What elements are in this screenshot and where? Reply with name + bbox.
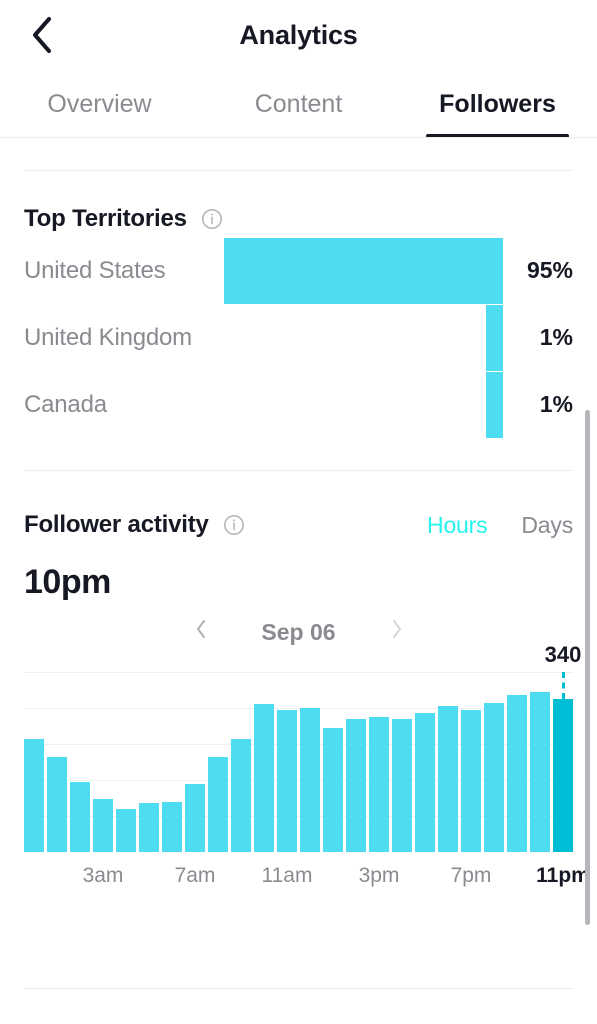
- x-axis-tick-label: 7am: [174, 864, 216, 887]
- territory-bar-track: [224, 371, 503, 438]
- territory-name: United States: [24, 256, 166, 284]
- follower-activity-header: Follower activity Hours Days: [0, 501, 597, 549]
- tab-content-label: Content: [254, 89, 343, 118]
- territory-row: United States 95%: [0, 237, 597, 304]
- tab-followers[interactable]: Followers: [398, 70, 597, 138]
- bar[interactable]: [507, 695, 527, 852]
- bar[interactable]: [415, 713, 435, 852]
- x-axis-tick-label: 3pm: [358, 864, 400, 887]
- tab-content[interactable]: Content: [199, 70, 398, 138]
- territory-name: Canada: [24, 390, 107, 418]
- territory-bar: [486, 304, 503, 371]
- info-circle-icon[interactable]: [223, 514, 245, 536]
- next-date-button[interactable]: [374, 618, 420, 646]
- app-header: Analytics: [0, 0, 597, 70]
- territories-list: United States 95% United Kingdom 1% Canada 1%: [0, 233, 597, 438]
- x-axis-tick-label: 11am: [261, 864, 313, 887]
- chevron-right-small-icon: [390, 620, 404, 645]
- x-axis-tick-label: 3am: [82, 864, 124, 887]
- bar[interactable]: [93, 798, 113, 852]
- bar[interactable]: [254, 704, 274, 852]
- bar[interactable]: [70, 781, 90, 852]
- territory-percent: 95%: [526, 257, 573, 283]
- territory-row: Canada 1%: [0, 371, 597, 438]
- territory-name: United Kingdom: [24, 323, 192, 351]
- peak-value-label: 340: [544, 642, 582, 667]
- top-territories-header: Top Territories: [0, 205, 597, 233]
- bar[interactable]: [47, 756, 67, 852]
- bar[interactable]: [231, 738, 251, 852]
- back-button[interactable]: [22, 15, 62, 55]
- territory-bar-track: [224, 237, 503, 304]
- bar[interactable]: [139, 803, 159, 852]
- follower-activity-chart: 340: [24, 642, 581, 852]
- divider-middle: [24, 470, 573, 471]
- bar[interactable]: [185, 783, 205, 852]
- follower-activity-title: Follower activity: [24, 511, 209, 538]
- analytics-tabs: Overview Content Followers: [0, 70, 597, 138]
- date-navigator: Sep 06: [0, 614, 597, 650]
- page-scrollbar[interactable]: [585, 410, 590, 925]
- bar[interactable]: [116, 808, 136, 852]
- tab-overview-label: Overview: [47, 89, 152, 118]
- bar[interactable]: [208, 756, 228, 852]
- bar[interactable]: [392, 718, 412, 852]
- territory-percent: 1%: [539, 391, 573, 417]
- chevron-left-small-icon: [194, 620, 208, 645]
- tab-followers-label: Followers: [439, 89, 556, 118]
- tab-overview[interactable]: Overview: [0, 70, 199, 138]
- bar[interactable]: [346, 718, 366, 852]
- page-title: Analytics: [239, 19, 358, 50]
- date-label: Sep 06: [261, 618, 336, 645]
- segment-days[interactable]: Days: [521, 512, 573, 539]
- territory-row: United Kingdom 1%: [0, 304, 597, 371]
- bar[interactable]: [438, 706, 458, 852]
- segment-hours[interactable]: Hours: [427, 512, 488, 539]
- x-axis-tick-label: 11pm: [536, 864, 590, 887]
- peak-hour-value: 10pm: [24, 563, 111, 601]
- bar[interactable]: [530, 691, 550, 852]
- chart-bars: [24, 672, 573, 852]
- bar[interactable]: [162, 801, 182, 852]
- territory-bar-track: [224, 304, 503, 371]
- territory-bar: [224, 237, 503, 304]
- bar[interactable]: [24, 738, 44, 852]
- x-axis-tick-label: 7pm: [450, 864, 492, 887]
- bar[interactable]: [300, 708, 320, 852]
- bar[interactable]: [369, 717, 389, 852]
- bar[interactable]: [461, 709, 481, 852]
- chart-x-axis: 3am 7am 11am 3pm 7pm 11pm: [24, 864, 590, 896]
- peak-indicator-line: [561, 672, 565, 699]
- divider-bottom: [24, 988, 573, 989]
- info-circle-icon[interactable]: [201, 208, 223, 230]
- tabs-underline: [0, 137, 597, 138]
- bar[interactable]: [323, 727, 343, 852]
- territory-bar: [486, 371, 503, 438]
- top-territories-title: Top Territories: [24, 205, 187, 232]
- chevron-left-icon: [29, 15, 55, 55]
- bar[interactable]: [277, 709, 297, 852]
- bar-selected[interactable]: [553, 699, 573, 852]
- territory-percent: 1%: [539, 324, 573, 350]
- bar[interactable]: [484, 702, 504, 852]
- prev-date-button[interactable]: [178, 618, 224, 646]
